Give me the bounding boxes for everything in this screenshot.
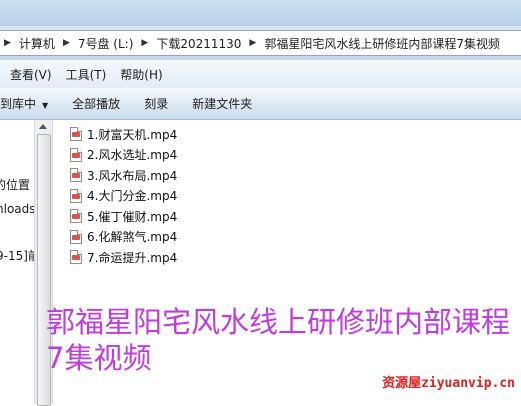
file-name: 6.化解煞气.mp4 <box>87 230 178 245</box>
menu-help[interactable]: 帮助(H) <box>113 66 169 83</box>
breadcrumb-separator-icon[interactable]: ▶ <box>137 38 152 48</box>
site-watermark: 资源屋ziyuanvip.cn <box>382 376 515 391</box>
breadcrumb[interactable]: ▶ 计算机 ▶ 7号盘 (L:) ▶ 下载20211130 ▶ 郭福星阳宅风水线… <box>0 30 521 56</box>
course-title-overlay: 郭福星阳宅风水线上研修班内部课程 7集视频 <box>46 304 510 376</box>
list-item[interactable]: 7.命运提升.mp4 <box>70 247 177 268</box>
command-toolbar: 到库中 ▼ 全部播放 刻录 新建文件夹 <box>0 88 521 120</box>
video-file-icon <box>70 127 82 142</box>
list-item[interactable]: 2.风水选址.mp4 <box>70 145 177 166</box>
breadcrumb-current-folder[interactable]: 郭福星阳宅风水线上研修班内部课程7集视频 <box>260 35 504 52</box>
breadcrumb-separator-icon[interactable]: ▶ <box>59 38 74 48</box>
video-file-icon <box>70 168 82 183</box>
chevron-down-icon: ▼ <box>42 101 49 110</box>
overlay-line-2: 7集视频 <box>46 341 152 375</box>
overlay-line-1: 郭福星阳宅风水线上研修班内部课程 <box>46 305 511 339</box>
video-file-icon <box>70 209 82 224</box>
include-in-library-button[interactable]: 到库中 ▼ <box>0 95 60 112</box>
window-title-strip <box>0 0 521 26</box>
scroll-up-arrow-icon[interactable] <box>39 124 47 129</box>
file-list: 1.财富天机.mp4 2.风水选址.mp4 3.风水布局.mp4 4.大门分金.… <box>70 124 177 268</box>
breadcrumb-computer[interactable]: 计算机 <box>15 35 59 52</box>
file-name: 7.命运提升.mp4 <box>87 250 178 265</box>
video-file-icon <box>70 147 82 162</box>
list-item[interactable]: 1.财富天机.mp4 <box>70 124 177 145</box>
file-name: 1.财富天机.mp4 <box>87 127 178 142</box>
video-file-icon <box>70 250 82 265</box>
file-name: 5.催丁催财.mp4 <box>87 209 178 224</box>
play-all-button[interactable]: 全部播放 <box>60 95 132 112</box>
file-name: 4.大门分金.mp4 <box>87 189 178 204</box>
breadcrumb-separator-icon[interactable]: ▶ <box>245 38 260 48</box>
file-name: 3.风水布局.mp4 <box>87 168 178 183</box>
list-item[interactable]: 4.大门分金.mp4 <box>70 186 177 207</box>
nav-item-folder[interactable]: 9-15]前 <box>0 247 34 264</box>
list-item[interactable]: 6.化解煞气.mp4 <box>70 227 177 248</box>
breadcrumb-drive[interactable]: 7号盘 (L:) <box>74 35 138 52</box>
navigation-pane: 的位置 nloads 9-15]前 <box>0 120 34 404</box>
nav-item-downloads[interactable]: nloads <box>0 202 34 216</box>
menu-view[interactable]: 查看(V) <box>0 66 59 83</box>
breadcrumb-separator-icon: ▶ <box>4 38 11 48</box>
address-bar: ▶ 计算机 ▶ 7号盘 (L:) ▶ 下载20211130 ▶ 郭福星阳宅风水线… <box>0 26 521 60</box>
include-in-library-label: 到库中 <box>0 97 37 111</box>
list-item[interactable]: 3.风水布局.mp4 <box>70 165 177 186</box>
burn-button[interactable]: 刻录 <box>132 95 180 112</box>
menu-tools[interactable]: 工具(T) <box>59 66 114 83</box>
file-name: 2.风水选址.mp4 <box>87 148 178 163</box>
list-item[interactable]: 5.催丁催财.mp4 <box>70 206 177 227</box>
menu-bar: 查看(V) 工具(T) 帮助(H) <box>0 60 521 88</box>
video-file-icon <box>70 229 82 244</box>
breadcrumb-download-folder[interactable]: 下载20211130 <box>152 35 245 52</box>
new-folder-button[interactable]: 新建文件夹 <box>180 95 264 112</box>
nav-item-recent-places[interactable]: 的位置 <box>0 176 30 193</box>
video-file-icon <box>70 188 82 203</box>
